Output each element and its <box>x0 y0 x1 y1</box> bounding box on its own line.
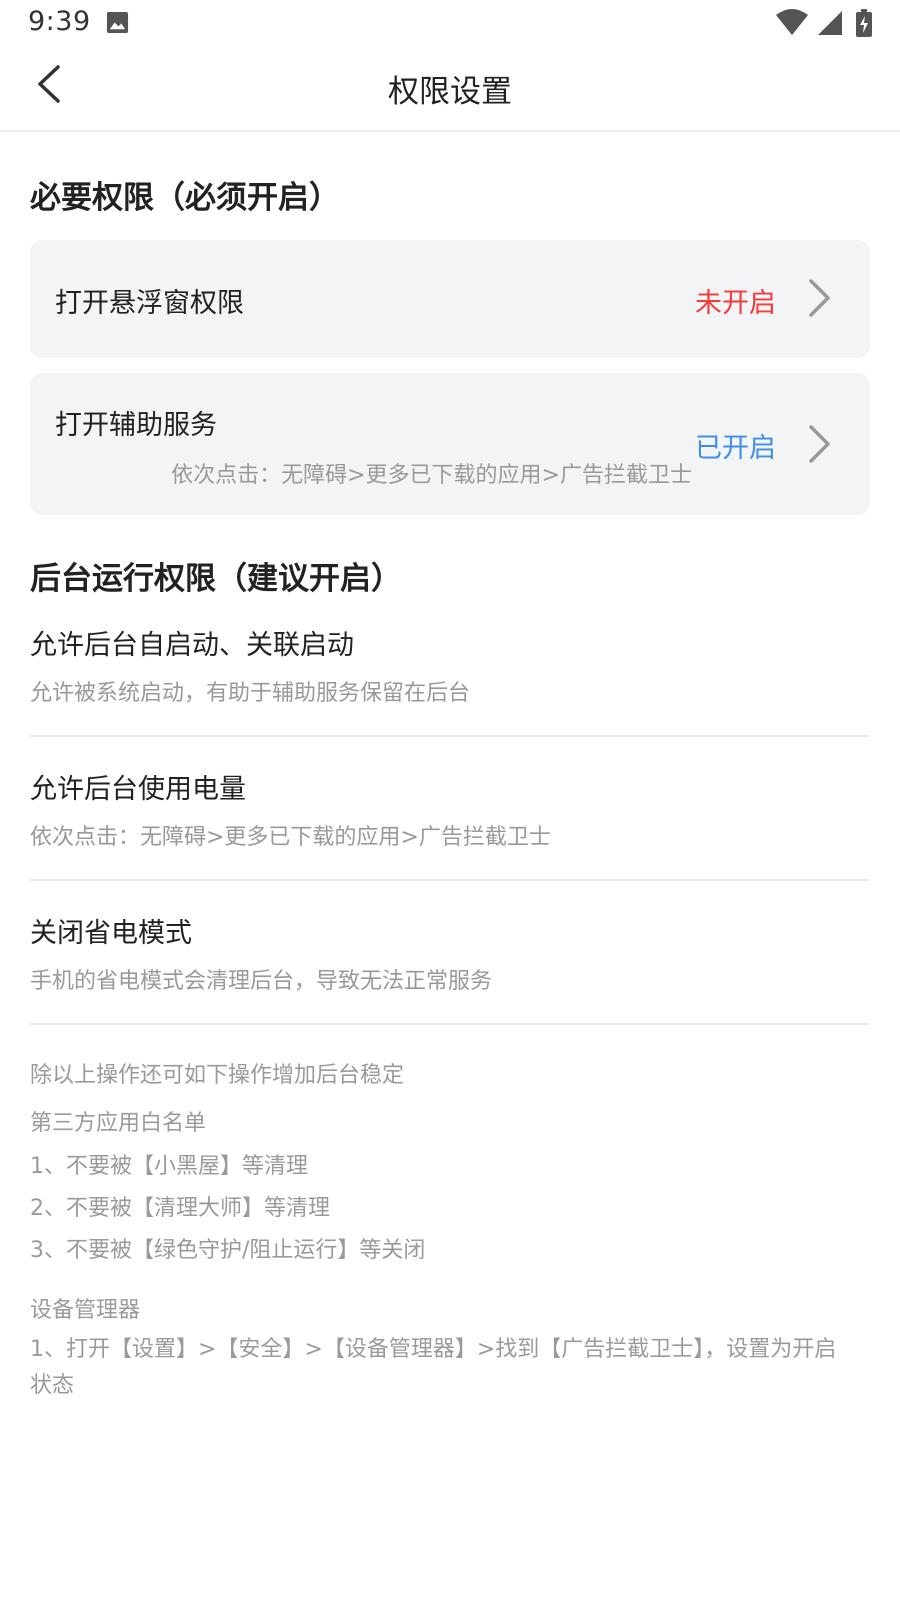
chevron-right-icon <box>809 279 830 317</box>
item-desc: 依次点击：无障碍>更多已下载的应用>广告拦截卫士 <box>30 825 551 850</box>
item-title: 允许后台使用电量 <box>30 774 246 805</box>
title-bar: 权限设置 <box>0 48 900 132</box>
chevron-right-icon <box>809 425 830 463</box>
item-title: 允许后台自启动、关联启动 <box>30 630 354 661</box>
whitelist-item: 3、不要被【绿色守护/阻止运行】等关闭 <box>30 1238 426 1263</box>
page-title: 权限设置 <box>388 74 512 110</box>
item-desc: 允许被系统启动，有助于辅助服务保留在后台 <box>30 681 471 706</box>
card-hint: 依次点击：无障碍>更多已下载的应用>广告拦截卫士 <box>171 463 692 488</box>
status-time: 9:39 <box>28 6 91 37</box>
divider <box>30 1023 870 1025</box>
tips-section: 除以上操作还可如下操作增加后台稳定 第三方应用白名单 1、不要被【小黑屋】等清理… <box>30 1057 870 1417</box>
card-label: 打开辅助服务 <box>55 410 217 441</box>
divider <box>30 879 870 881</box>
divider <box>30 735 870 737</box>
wifi-icon <box>776 9 808 35</box>
background-section-title: 后台运行权限（建议开启） <box>30 561 402 597</box>
tips-intro: 除以上操作还可如下操作增加后台稳定 <box>30 1063 405 1088</box>
status-badge: 已开启 <box>695 433 776 464</box>
status-bar: 9:39 <box>0 0 900 48</box>
floating-window-permission-card[interactable]: 打开悬浮窗权限 未开启 <box>30 240 870 358</box>
cell-signal-icon <box>818 11 842 35</box>
device-admin-item: 1、打开【设置】>【安全】>【设备管理器】>找到【广告拦截卫士】，设置为开启状态 <box>30 1337 837 1398</box>
whitelist-item: 2、不要被【清理大师】等清理 <box>30 1196 330 1221</box>
battery-charging-icon <box>856 9 872 37</box>
card-label: 打开悬浮窗权限 <box>55 288 244 319</box>
whitelist-title: 第三方应用白名单 <box>30 1111 207 1136</box>
item-desc: 手机的省电模式会清理后台，导致无法正常服务 <box>30 969 493 994</box>
device-admin-title: 设备管理器 <box>30 1298 141 1323</box>
image-icon <box>106 11 129 34</box>
whitelist-item: 1、不要被【小黑屋】等清理 <box>30 1154 308 1179</box>
accessibility-service-card[interactable]: 打开辅助服务 依次点击：无障碍>更多已下载的应用>广告拦截卫士 已开启 <box>30 373 870 515</box>
required-section-title: 必要权限（必须开启） <box>30 180 340 216</box>
item-title: 关闭省电模式 <box>30 918 192 949</box>
power-saving-item[interactable]: 关闭省电模式 手机的省电模式会清理后台，导致无法正常服务 <box>30 911 870 1011</box>
auto-start-item[interactable]: 允许后台自启动、关联启动 允许被系统启动，有助于辅助服务保留在后台 <box>30 623 870 723</box>
battery-usage-item[interactable]: 允许后台使用电量 依次点击：无障碍>更多已下载的应用>广告拦截卫士 <box>30 767 870 867</box>
status-badge: 未开启 <box>695 288 776 319</box>
